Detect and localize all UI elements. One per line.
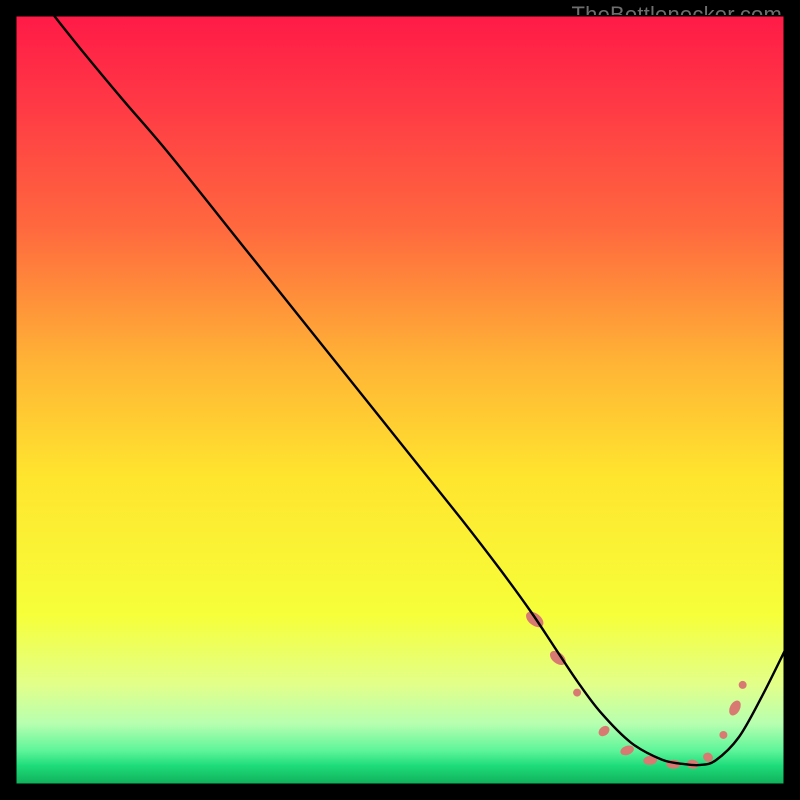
heat-gradient-background xyxy=(15,15,785,785)
marker-dot xyxy=(719,731,727,739)
chart-frame xyxy=(15,15,785,785)
marker-dot xyxy=(739,681,747,689)
marker-dot xyxy=(573,689,581,697)
bottleneck-chart xyxy=(15,15,785,785)
